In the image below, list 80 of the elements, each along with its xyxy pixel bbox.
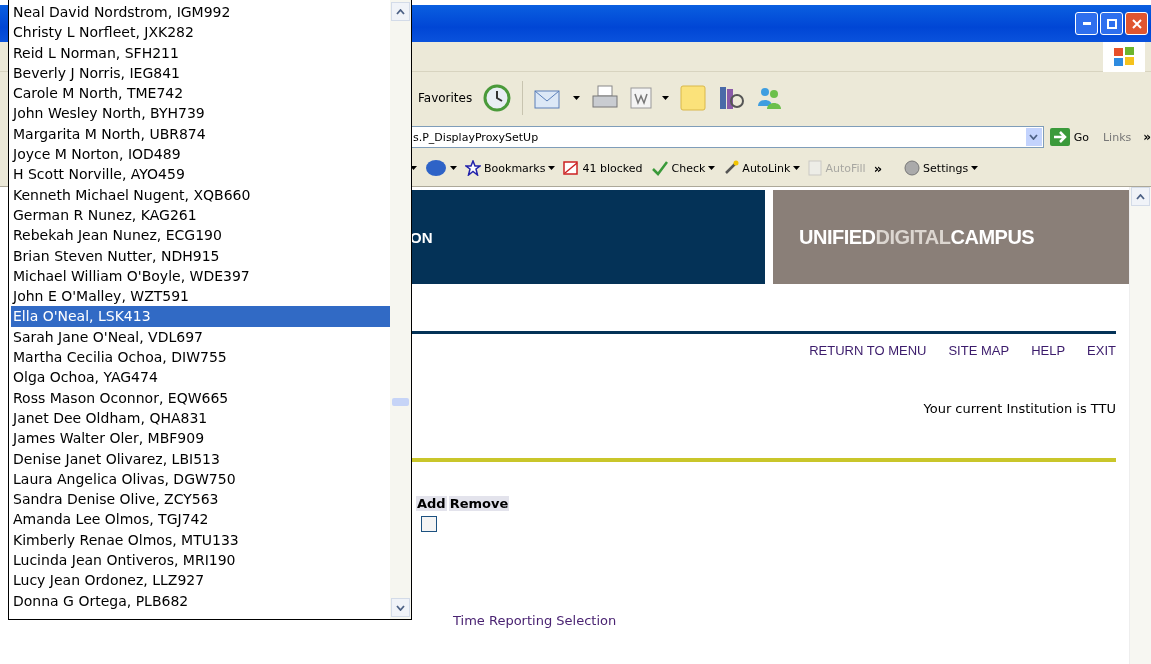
history-icon[interactable]	[482, 83, 513, 113]
close-icon	[1131, 18, 1142, 29]
word-document-icon[interactable]	[630, 87, 653, 109]
list-option[interactable]: Ella O'Neal, LSK413	[11, 306, 390, 327]
toolbar-menu-button[interactable]: AutoLink	[723, 160, 801, 176]
list-option[interactable]: Michael William O'Boyle, WDE397	[11, 265, 390, 287]
column-header: Remove	[448, 496, 510, 511]
spell-check-icon	[650, 160, 669, 176]
caret-icon	[548, 166, 556, 170]
list-option[interactable]: Denise Janet Olivarez, LBI513	[11, 448, 390, 469]
caret-icon	[708, 166, 716, 170]
scrollbar[interactable]	[1129, 187, 1151, 664]
campus-logo: UNIFIEDDIGITALCAMPUS	[799, 225, 1035, 249]
list-option[interactable]: Margarita M North, UBR874	[11, 123, 390, 145]
list-option[interactable]: Carole M North, TME742	[11, 83, 390, 104]
caret-icon	[971, 166, 979, 170]
list-option[interactable]: Sandra Denise Olive, ZCY563	[11, 489, 390, 510]
minimize-button[interactable]	[1075, 12, 1098, 35]
links-label[interactable]: Links	[1102, 130, 1132, 144]
nav-link[interactable]: RETURN TO MENU	[809, 343, 927, 358]
list-option[interactable]: H Scott Norville, AYO459	[11, 164, 390, 185]
toolbar-button[interactable]: 41 blocked	[563, 160, 643, 176]
list-option[interactable]: Donna G Ortega, PLB682	[11, 590, 390, 611]
list-option[interactable]: Christy L Norfleet, JXK282	[11, 22, 390, 43]
toolbar-menu-button[interactable]: Check	[650, 160, 716, 176]
address-field[interactable]: s.P_DisplayProxySetUp	[410, 126, 1044, 148]
list-scrollbar[interactable]	[390, 0, 411, 619]
list-option[interactable]: Lucinda Jean Ontiveros, MRI190	[11, 550, 390, 571]
gear-circle-icon	[904, 160, 921, 176]
toolbar-menu-button[interactable]: Bookmarks	[465, 160, 556, 176]
list-option[interactable]: Kimberly Renae Olmos, MTU133	[11, 529, 390, 550]
toolbar-dropdown[interactable]	[425, 159, 457, 177]
list-option[interactable]: Laura Angelica Olivas, DGW750	[11, 468, 390, 490]
time-reporting-link[interactable]: Time Reporting Selection	[453, 613, 1129, 628]
list-option[interactable]: Rebekah Jean Nunez, ECG190	[11, 225, 390, 246]
checkbox[interactable]	[421, 516, 437, 532]
list-option[interactable]: Brian Steven Nutter, NDH915	[11, 245, 390, 266]
toolbar-dropdown[interactable]	[410, 166, 417, 170]
list-option[interactable]: Beverly J Norris, IEG841	[11, 62, 390, 84]
minimize-icon	[1082, 22, 1091, 25]
books-icon[interactable]	[717, 84, 746, 112]
caret-icon	[450, 166, 457, 170]
list-option[interactable]: James Walter Oler, MBF909	[11, 428, 390, 449]
list-option[interactable]: Lucy Jean Ordonez, LLZ927	[11, 570, 390, 591]
windows-flag-icon	[1113, 45, 1135, 68]
maximize-button[interactable]	[1100, 12, 1123, 35]
list-option[interactable]: Amanda Lee Olmos, TGJ742	[11, 509, 390, 530]
more-chevron[interactable]: »	[1143, 130, 1151, 144]
caret-icon	[662, 96, 670, 100]
list-option[interactable]: Ross Mason Oconnor, EQW665	[11, 387, 390, 408]
list-option[interactable]: Sarah Jane O'Neal, VDL697	[11, 326, 390, 348]
caret-icon	[793, 166, 801, 170]
list-option[interactable]: Olga Ochoa, YAG474	[11, 367, 390, 388]
star-icon	[465, 160, 481, 176]
toolbar-menu-button[interactable]: Settings	[904, 160, 979, 176]
go-button[interactable]: Go	[1049, 128, 1097, 146]
caret-icon	[573, 96, 581, 100]
list-option[interactable]: German R Nunez, KAG261	[11, 204, 390, 226]
caret-icon	[396, 604, 405, 611]
list-option[interactable]: Joyce M Norton, IOD489	[11, 144, 390, 165]
institution-text: Your current Institution is TTU	[922, 401, 1116, 416]
blocked-window-icon	[563, 160, 580, 176]
maximize-icon	[1106, 18, 1117, 29]
nav-link[interactable]: SITE MAP	[948, 343, 1010, 358]
list-option[interactable]: Neal David Nordstrom, IGM992	[11, 2, 390, 23]
more-chevron[interactable]: »	[873, 160, 883, 176]
caret-icon	[1136, 193, 1145, 200]
list-option[interactable]: Martha Cecilia Ochoa, DIW755	[11, 347, 390, 368]
close-button[interactable]	[1125, 12, 1148, 35]
favorites-label[interactable]: Favorites	[418, 91, 473, 105]
nav-link[interactable]: EXIT	[1087, 343, 1116, 358]
wand-icon	[723, 160, 740, 176]
nav-link[interactable]: HELP	[1031, 343, 1066, 358]
scroll-thumb[interactable]	[392, 398, 409, 406]
list-option[interactable]: Kenneth Michael Nugent, XQB660	[11, 184, 390, 205]
list-option[interactable]: John E O'Malley, WZT591	[11, 286, 390, 307]
caret-icon	[396, 8, 405, 15]
list-option[interactable]: Janet Dee Oldham, QHA831	[11, 407, 390, 429]
list-option[interactable]: John Wesley North, BYH739	[11, 103, 390, 124]
column-header: Add	[416, 496, 447, 511]
